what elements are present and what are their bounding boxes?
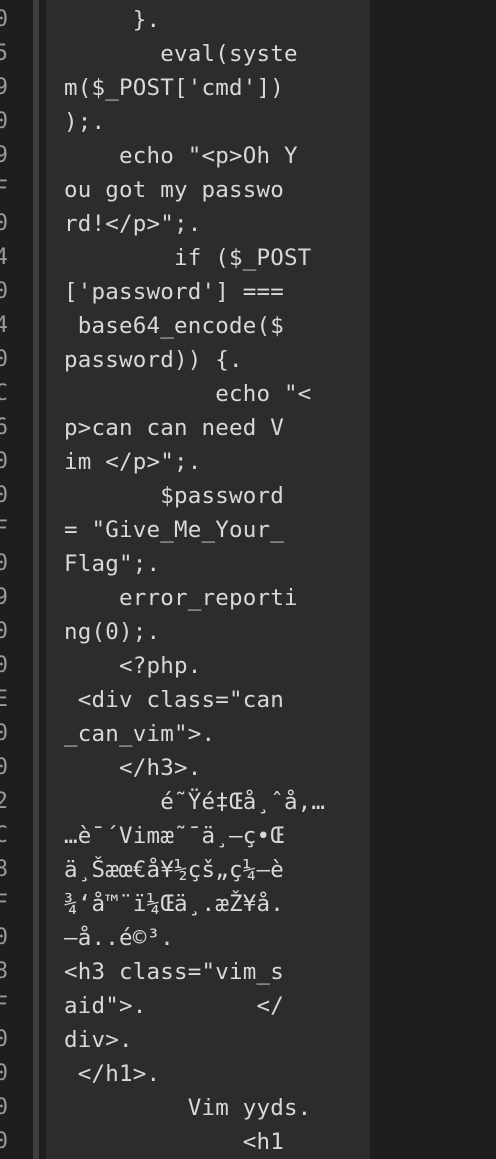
column-separator: [33, 0, 39, 1159]
gutter-char: 0: [0, 279, 8, 304]
ascii-line[interactable]: }.: [64, 3, 160, 37]
gutter-char: 4: [0, 245, 8, 270]
gutter-char: 0: [0, 653, 8, 678]
ascii-line[interactable]: );.: [64, 105, 105, 139]
ascii-line[interactable]: m($_POST['cmd']): [64, 71, 284, 105]
gutter-char: C: [0, 823, 8, 848]
hex-gutter: 0 5 9 0 9 F 0 4 0 4 0 C 6 0 0 F 0 9 0 0 E 0 0 2 C 8 F 0 8 F 0 0 0 0: [0, 0, 10, 1159]
gutter-char: 9: [0, 585, 8, 610]
ascii-line[interactable]: p>can can need V: [64, 411, 284, 445]
ascii-line[interactable]: ou got my passwo: [64, 173, 284, 207]
ascii-line[interactable]: base64_encode($: [64, 309, 284, 343]
ascii-line[interactable]: _can_vim">.: [64, 717, 215, 751]
ascii-line[interactable]: if ($_POST: [64, 241, 311, 275]
ascii-line[interactable]: <h1: [64, 1125, 284, 1159]
ascii-line[interactable]: ä¸Šæœ€å¥½çš„ç¼–è: [64, 853, 284, 887]
gutter-char: 0: [0, 1095, 8, 1120]
gutter-char: E: [0, 687, 8, 712]
gutter-char: 0: [0, 1129, 8, 1154]
ascii-line[interactable]: $password: [64, 479, 284, 513]
gutter-char: 0: [0, 347, 8, 372]
ascii-text-column[interactable]: }. eval(syste m($_POST['cmd']));. echo "<…: [46, 0, 370, 1159]
gutter-char: F: [0, 993, 8, 1018]
ascii-line[interactable]: echo "<p>Oh Y: [64, 139, 298, 173]
gutter-char: 0: [0, 1027, 8, 1052]
gutter-char: 0: [0, 7, 8, 32]
gutter-char: C: [0, 381, 8, 406]
gutter-char: 0: [0, 755, 8, 780]
gutter-char: 9: [0, 143, 8, 168]
ascii-line[interactable]: </h1>.: [64, 1057, 160, 1091]
hex-editor-view: 0 5 9 0 9 F 0 4 0 4 0 C 6 0 0 F 0 9 0 0 E 0 0 2 C 8 F 0 8 F 0 0 0 0 }. ev…: [0, 0, 496, 1159]
gutter-char: 0: [0, 449, 8, 474]
ascii-line[interactable]: </h3>.: [64, 751, 201, 785]
gutter-char: 9: [0, 75, 8, 100]
ascii-line[interactable]: aid">. </: [64, 989, 284, 1023]
ascii-line[interactable]: im </p>";.: [64, 445, 201, 479]
ascii-line[interactable]: —å..é©³.: [64, 921, 174, 955]
gutter-char: F: [0, 177, 8, 202]
gutter-char: 0: [0, 483, 8, 508]
gutter-char: 6: [0, 415, 8, 440]
ascii-line[interactable]: ¾‘å™¨ï¼Œä¸.æŽ¥å.: [64, 887, 284, 921]
empty-pane: [370, 0, 496, 1159]
gutter-char: F: [0, 891, 8, 916]
gutter-char: 8: [0, 959, 8, 984]
ascii-line[interactable]: ng(0);.: [64, 615, 160, 649]
gutter-char: F: [0, 517, 8, 542]
gutter-char: 0: [0, 721, 8, 746]
gutter-char: 5: [0, 41, 8, 66]
gutter-char: 0: [0, 109, 8, 134]
ascii-line[interactable]: <div class="can: [64, 683, 284, 717]
gutter-char: 0: [0, 1061, 8, 1086]
ascii-line[interactable]: div>.: [64, 1023, 133, 1057]
gutter-char: 0: [0, 211, 8, 236]
gutter-char: 2: [0, 789, 8, 814]
ascii-line[interactable]: Flag";.: [64, 547, 160, 581]
ascii-line[interactable]: = "Give_Me_Your_: [64, 513, 284, 547]
ascii-line[interactable]: …è¯´Vimæ˜¯ä¸–ç•Œ: [64, 819, 284, 853]
gutter-char: 0: [0, 619, 8, 644]
ascii-line[interactable]: ['password'] ===: [64, 275, 284, 309]
gutter-char: 0: [0, 925, 8, 950]
ascii-line[interactable]: Vim yyds.: [64, 1091, 312, 1125]
gutter-char: 0: [0, 551, 8, 576]
gutter-char: 4: [0, 313, 8, 338]
ascii-line[interactable]: <?php.: [64, 649, 201, 683]
ascii-line[interactable]: echo "<: [64, 377, 311, 411]
ascii-line[interactable]: error_reporti: [64, 581, 298, 615]
ascii-line[interactable]: <h3 class="vim_s: [64, 955, 284, 989]
ascii-line[interactable]: password)) {.: [64, 343, 243, 377]
gutter-char: 8: [0, 857, 8, 882]
ascii-line[interactable]: eval(syste: [64, 37, 298, 71]
ascii-line[interactable]: rd!</p>";.: [64, 207, 201, 241]
ascii-line[interactable]: é˜Ÿé‡Œå¸ˆå‚…: [64, 785, 325, 819]
